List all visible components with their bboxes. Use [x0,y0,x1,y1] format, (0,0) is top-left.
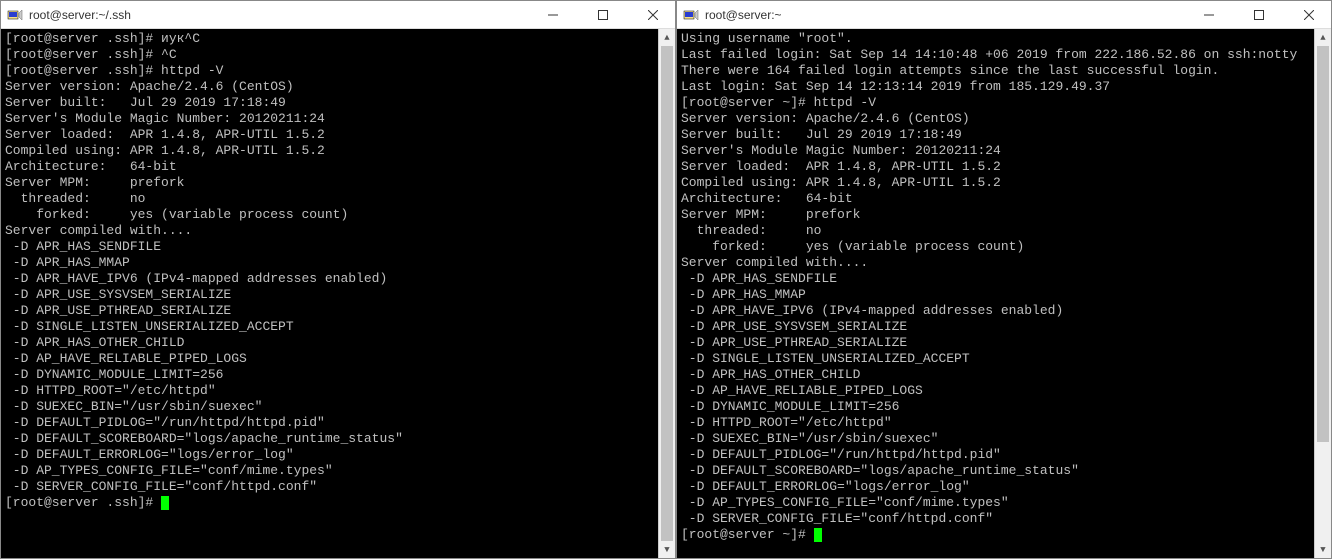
terminal-line: -D AP_TYPES_CONFIG_FILE="conf/mime.types… [5,463,654,479]
titlebar-right[interactable]: root@server:~ [677,1,1331,29]
terminal-line: -D SUEXEC_BIN="/usr/sbin/suexec" [5,399,654,415]
window-title-right: root@server:~ [705,8,1181,22]
putty-window-right: root@server:~ Using username "root".Last… [676,0,1332,559]
terminal-line: -D HTTPD_ROOT="/etc/httpd" [681,415,1310,431]
titlebar-left[interactable]: root@server:~/.ssh [1,1,675,29]
terminal-line: -D APR_HAS_SENDFILE [5,239,654,255]
terminal-line: Server MPM: prefork [681,207,1310,223]
prompt-line[interactable]: [root@server ~]# [681,527,1310,543]
window-title-left: root@server:~/.ssh [29,8,525,22]
terminal-line: Server loaded: APR 1.4.8, APR-UTIL 1.5.2 [681,159,1310,175]
terminal-left[interactable]: [root@server .ssh]# иук^C[root@server .s… [1,29,658,558]
terminal-line: forked: yes (variable process count) [5,207,654,223]
terminal-line: -D DEFAULT_SCOREBOARD="logs/apache_runti… [5,431,654,447]
terminal-line: Last failed login: Sat Sep 14 14:10:48 +… [681,47,1310,63]
scroll-up-icon[interactable]: ▲ [1315,29,1331,46]
terminal-line: Server's Module Magic Number: 20120211:2… [681,143,1310,159]
prompt-text: [root@server ~]# [681,527,814,542]
terminal-line: Server's Module Magic Number: 20120211:2… [5,111,654,127]
terminal-line: Architecture: 64-bit [681,191,1310,207]
terminal-line: Architecture: 64-bit [5,159,654,175]
terminal-line: -D SINGLE_LISTEN_UNSERIALIZED_ACCEPT [5,319,654,335]
putty-icon [683,7,699,23]
terminal-line: [root@server ~]# httpd -V [681,95,1310,111]
scroll-down-icon[interactable]: ▼ [659,541,675,558]
scroll-thumb[interactable] [661,46,673,541]
terminal-line: Compiled using: APR 1.4.8, APR-UTIL 1.5.… [5,143,654,159]
terminal-line: -D SERVER_CONFIG_FILE="conf/httpd.conf" [5,479,654,495]
maximize-button[interactable] [581,1,625,29]
scrollbar-left[interactable]: ▲ ▼ [658,29,675,558]
terminal-line: -D APR_USE_SYSVSEM_SERIALIZE [681,319,1310,335]
terminal-line: -D SERVER_CONFIG_FILE="conf/httpd.conf" [681,511,1310,527]
terminal-line: -D DEFAULT_ERRORLOG="logs/error_log" [5,447,654,463]
terminal-line: -D APR_USE_PTHREAD_SERIALIZE [5,303,654,319]
terminal-line: -D SUEXEC_BIN="/usr/sbin/suexec" [681,431,1310,447]
scroll-down-icon[interactable]: ▼ [1315,541,1331,558]
terminal-line: Server loaded: APR 1.4.8, APR-UTIL 1.5.2 [5,127,654,143]
terminal-line: [root@server .ssh]# иук^C [5,31,654,47]
terminal-line: Last login: Sat Sep 14 12:13:14 2019 fro… [681,79,1310,95]
terminal-right[interactable]: Using username "root".Last failed login:… [677,29,1314,558]
terminal-line: Server version: Apache/2.4.6 (CentOS) [5,79,654,95]
terminal-line: -D HTTPD_ROOT="/etc/httpd" [5,383,654,399]
terminal-line: -D DYNAMIC_MODULE_LIMIT=256 [5,367,654,383]
scroll-up-icon[interactable]: ▲ [659,29,675,46]
terminal-line: Server built: Jul 29 2019 17:18:49 [681,127,1310,143]
terminal-line: threaded: no [5,191,654,207]
scrollbar-right[interactable]: ▲ ▼ [1314,29,1331,558]
terminal-line: -D AP_TYPES_CONFIG_FILE="conf/mime.types… [681,495,1310,511]
terminal-line: -D APR_USE_SYSVSEM_SERIALIZE [5,287,654,303]
terminal-line: -D AP_HAVE_RELIABLE_PIPED_LOGS [5,351,654,367]
terminal-line: -D APR_HAS_MMAP [681,287,1310,303]
terminal-line: -D APR_HAS_SENDFILE [681,271,1310,287]
terminal-line: Server version: Apache/2.4.6 (CentOS) [681,111,1310,127]
maximize-button[interactable] [1237,1,1281,29]
terminal-line: There were 164 failed login attempts sin… [681,63,1310,79]
terminal-line: -D APR_HAS_MMAP [5,255,654,271]
terminal-line: [root@server .ssh]# ^C [5,47,654,63]
close-button[interactable] [631,1,675,29]
cursor [814,528,822,542]
terminal-line: -D APR_USE_PTHREAD_SERIALIZE [681,335,1310,351]
cursor [161,496,169,510]
terminal-line: -D DYNAMIC_MODULE_LIMIT=256 [681,399,1310,415]
prompt-line[interactable]: [root@server .ssh]# [5,495,654,511]
terminal-line: -D DEFAULT_PIDLOG="/run/httpd/httpd.pid" [5,415,654,431]
putty-window-left: root@server:~/.ssh [root@server .ssh]# и… [0,0,676,559]
terminal-line: Server built: Jul 29 2019 17:18:49 [5,95,654,111]
terminal-line: [root@server .ssh]# httpd -V [5,63,654,79]
minimize-button[interactable] [531,1,575,29]
terminal-line: -D AP_HAVE_RELIABLE_PIPED_LOGS [681,383,1310,399]
terminal-line: forked: yes (variable process count) [681,239,1310,255]
terminal-line: -D APR_HAS_OTHER_CHILD [681,367,1310,383]
terminal-line: -D APR_HAS_OTHER_CHILD [5,335,654,351]
terminal-line: -D DEFAULT_SCOREBOARD="logs/apache_runti… [681,463,1310,479]
terminal-line: -D SINGLE_LISTEN_UNSERIALIZED_ACCEPT [681,351,1310,367]
terminal-line: -D DEFAULT_ERRORLOG="logs/error_log" [681,479,1310,495]
terminal-line: Server compiled with.... [681,255,1310,271]
minimize-button[interactable] [1187,1,1231,29]
terminal-line: Server MPM: prefork [5,175,654,191]
terminal-line: -D APR_HAVE_IPV6 (IPv4-mapped addresses … [681,303,1310,319]
putty-icon [7,7,23,23]
terminal-line: -D DEFAULT_PIDLOG="/run/httpd/httpd.pid" [681,447,1310,463]
terminal-line: Compiled using: APR 1.4.8, APR-UTIL 1.5.… [681,175,1310,191]
terminal-line: Using username "root". [681,31,1310,47]
terminal-line: Server compiled with.... [5,223,654,239]
terminal-line: -D APR_HAVE_IPV6 (IPv4-mapped addresses … [5,271,654,287]
prompt-text: [root@server .ssh]# [5,495,161,510]
close-button[interactable] [1287,1,1331,29]
scroll-thumb[interactable] [1317,46,1329,442]
terminal-line: threaded: no [681,223,1310,239]
